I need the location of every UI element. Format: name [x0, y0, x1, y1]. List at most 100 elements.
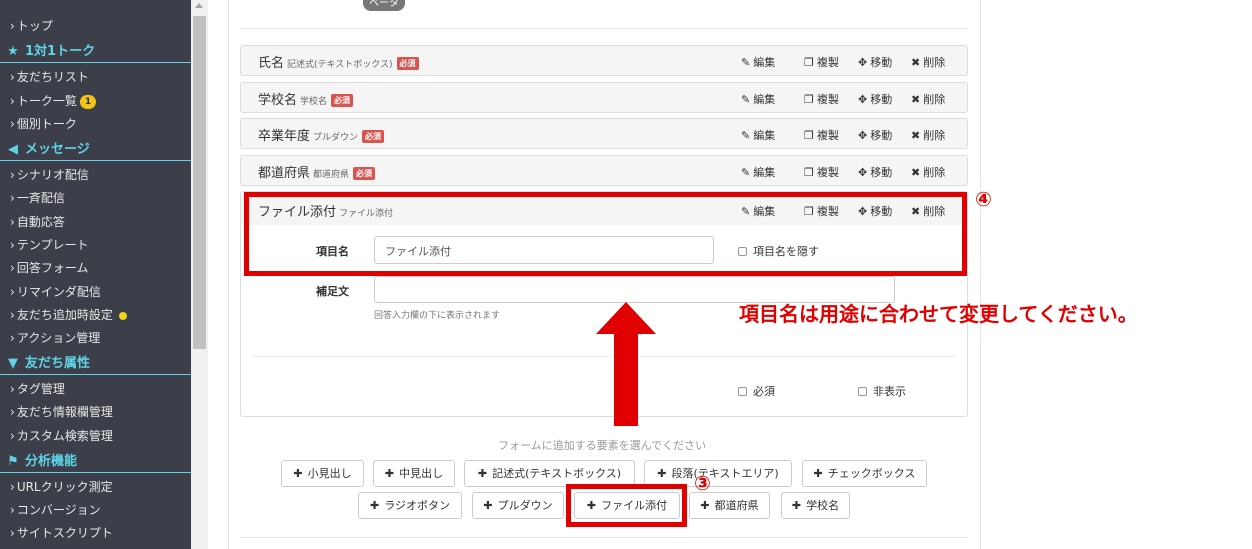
copy-icon: ❐ — [804, 166, 814, 179]
checkbox-icon — [738, 387, 747, 396]
megaphone-icon: ◀ — [8, 142, 18, 157]
divider — [240, 537, 968, 538]
move-button[interactable]: ✥ 移動 — [858, 127, 892, 143]
hidden-checkbox[interactable]: 非表示 — [858, 383, 906, 399]
sidebar-section-message: ◀ メッセージ — [0, 138, 191, 161]
required-badge: 必須 — [331, 94, 354, 107]
divider — [240, 28, 968, 29]
copy-icon: ❐ — [804, 129, 814, 142]
plus-icon: ✚ — [483, 499, 493, 512]
sidebar-section-talk: ★ 1対1トーク — [0, 40, 191, 63]
annotation-number-4: ④ — [975, 187, 992, 211]
filter-icon: ▼ — [8, 356, 18, 371]
form-item-row: 卒業年度 プルダウン 必須 ✎ 編集 ❐ 複製 ✥ 移動 ✖ 削除 — [240, 118, 968, 149]
move-button[interactable]: ✥ 移動 — [858, 54, 892, 70]
sidebar-item-answer-form[interactable]: 回答フォーム — [10, 259, 89, 277]
annotation-note: 項目名は用途に合わせて変更してください。 — [739, 302, 1138, 326]
required-checkbox[interactable]: 必須 — [738, 383, 775, 399]
highlight-box-file-button — [566, 484, 687, 527]
note-help-text: 回答入力欄の下に表示されます — [374, 311, 501, 321]
sidebar-item-talk-list[interactable]: トーク一覧1 — [10, 92, 97, 110]
close-icon: ✖ — [911, 56, 921, 69]
sidebar-item-action[interactable]: アクション管理 — [10, 329, 100, 347]
sidebar-item-friend-info[interactable]: 友だち情報欄管理 — [10, 403, 113, 421]
add-radio-button[interactable]: ✚ ラジオボタン — [358, 492, 462, 519]
move-button[interactable]: ✥ 移動 — [858, 164, 892, 180]
sidebar-item-site-script[interactable]: サイトスクリプト — [10, 524, 113, 542]
add-textbox-button[interactable]: ✚ 記述式(テキストボックス) — [464, 460, 635, 487]
move-button[interactable]: ✥ 移動 — [858, 91, 892, 107]
pencil-icon: ✎ — [741, 56, 751, 69]
form-item-row: 学校名 学校名 必須 ✎ 編集 ❐ 複製 ✥ 移動 ✖ 削除 — [240, 82, 968, 113]
add-checkbox-button[interactable]: ✚ チェックボックス — [802, 460, 927, 487]
copy-button[interactable]: ❐ 複製 — [804, 54, 839, 70]
delete-button[interactable]: ✖ 削除 — [911, 54, 945, 70]
plus-icon: ✚ — [384, 467, 395, 480]
add-medium-heading-button[interactable]: ✚ 中見出し — [373, 460, 455, 487]
sidebar: トップ ★1対1トーク 友だちリスト トーク一覧1 個別トーク ◀メッセージ シ… — [0, 0, 191, 549]
sidebar-item-friends-list[interactable]: 友だちリスト — [10, 68, 89, 86]
sidebar-item-auto-reply[interactable]: 自動応答 — [10, 213, 65, 231]
note-label: 補足文 — [316, 285, 349, 298]
copy-button[interactable]: ❐ 複製 — [804, 91, 839, 107]
plus-icon: ✚ — [370, 499, 380, 512]
close-icon: ✖ — [911, 93, 921, 106]
item-name: 卒業年度 — [258, 129, 311, 144]
add-prefecture-button[interactable]: ✚ 都道府県 — [689, 492, 770, 519]
required-badge: 必須 — [396, 57, 419, 70]
sidebar-item-url-click[interactable]: URLクリック測定 — [10, 478, 113, 496]
add-element-hint: フォームに追加する要素を選んでください — [498, 439, 707, 452]
item-type: 記述式(テキストボックス) — [287, 60, 393, 70]
item-name: 氏名 — [258, 56, 285, 71]
sidebar-item-reminder[interactable]: リマインダ配信 — [10, 283, 101, 301]
copy-button[interactable]: ❐ 複製 — [804, 164, 839, 180]
sidebar-item-top[interactable]: トップ — [10, 17, 53, 35]
move-icon: ✥ — [858, 56, 868, 69]
edit-button[interactable]: ✎ 編集 — [741, 54, 775, 70]
beta-badge: ベータ — [363, 0, 405, 11]
sidebar-item-individual-talk[interactable]: 個別トーク — [10, 115, 77, 133]
item-type: 都道府県 — [313, 170, 350, 180]
plus-icon: ✚ — [293, 467, 303, 480]
move-icon: ✥ — [858, 93, 868, 106]
sidebar-item-tags[interactable]: タグ管理 — [10, 380, 65, 398]
pencil-icon: ✎ — [741, 166, 751, 179]
add-textarea-button[interactable]: ✚ 段落(テキストエリア) — [644, 460, 792, 487]
status-dot — [118, 311, 127, 320]
add-pulldown-button[interactable]: ✚ プルダウン — [472, 492, 564, 519]
move-icon: ✥ — [858, 129, 868, 142]
add-school-button[interactable]: ✚ 学校名 — [781, 492, 850, 519]
sidebar-item-template[interactable]: テンプレート — [10, 236, 89, 254]
delete-button[interactable]: ✖ 削除 — [911, 164, 945, 180]
highlight-box-expanded-item — [244, 192, 967, 276]
sidebar-item-conversion[interactable]: コンバージョン — [10, 501, 101, 519]
scroll-up-arrow-icon[interactable] — [195, 3, 203, 8]
copy-button[interactable]: ❐ 複製 — [804, 127, 839, 143]
annotation-number-3: ③ — [694, 471, 711, 495]
delete-button[interactable]: ✖ 削除 — [911, 127, 945, 143]
sidebar-item-friend-add-settings[interactable]: 友だち追加時設定 — [10, 306, 127, 324]
sidebar-section-attributes: ▼ 友だち属性 — [0, 352, 191, 375]
move-icon: ✥ — [858, 166, 868, 179]
sidebar-item-broadcast[interactable]: 一斉配信 — [10, 189, 65, 207]
delete-button[interactable]: ✖ 削除 — [911, 91, 945, 107]
copy-icon: ❐ — [804, 93, 814, 106]
plus-icon: ✚ — [700, 499, 710, 512]
pencil-icon: ✎ — [741, 129, 751, 142]
form-item-row: 都道府県 都道府県 必須 ✎ 編集 ❐ 複製 ✥ 移動 ✖ 削除 — [240, 155, 968, 186]
edit-button[interactable]: ✎ 編集 — [741, 91, 775, 107]
checkbox-icon — [858, 387, 867, 396]
item-name: 学校名 — [258, 93, 298, 108]
scrollbar-thumb[interactable] — [193, 16, 206, 349]
up-arrow-icon — [596, 302, 656, 426]
flag-icon: ⚑ — [7, 454, 19, 469]
star-icon: ★ — [7, 44, 19, 59]
add-small-heading-button[interactable]: ✚ 小見出し — [281, 460, 364, 487]
sidebar-item-custom-search[interactable]: カスタム検索管理 — [10, 427, 113, 445]
edit-button[interactable]: ✎ 編集 — [741, 127, 775, 143]
sidebar-item-scenario[interactable]: シナリオ配信 — [10, 166, 89, 184]
sidebar-scrollbar[interactable] — [191, 0, 208, 549]
edit-button[interactable]: ✎ 編集 — [741, 164, 775, 180]
copy-icon: ❐ — [804, 56, 814, 69]
item-type: 学校名 — [300, 97, 328, 107]
